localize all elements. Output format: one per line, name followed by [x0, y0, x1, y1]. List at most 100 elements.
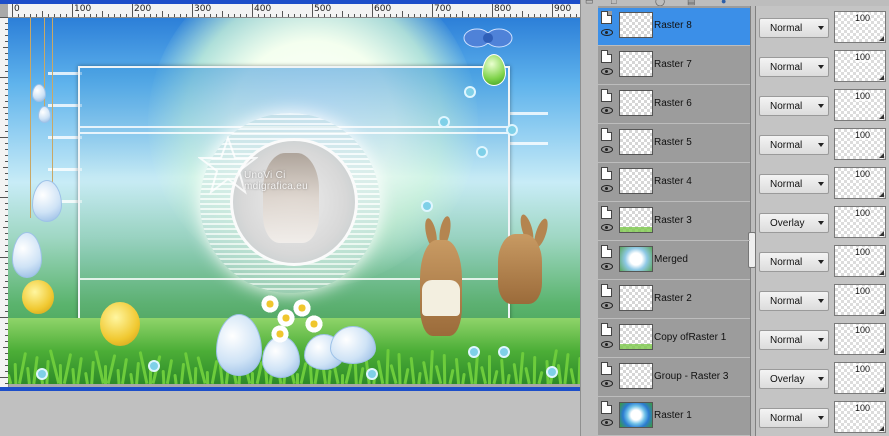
layer-thumbnail[interactable] [619, 90, 653, 116]
layer-thumbnail[interactable] [619, 285, 653, 311]
opacity-slider-handle[interactable] [879, 36, 884, 41]
opacity-field[interactable]: 100 [834, 11, 886, 43]
opacity-value: 100 [855, 403, 871, 413]
opacity-field[interactable]: 100 [834, 401, 886, 433]
ruler-tick [522, 11, 523, 17]
layer-name[interactable]: Raster 6 [654, 98, 692, 109]
layer-thumbnail[interactable] [619, 402, 653, 428]
eye-visibility-icon[interactable] [601, 185, 613, 192]
ruler-tick [0, 17, 8, 18]
opacity-slider-handle[interactable] [879, 270, 884, 275]
blend-mode-dropdown[interactable]: Normal [759, 57, 829, 77]
eye-visibility-icon[interactable] [601, 68, 613, 75]
chick-figure [22, 280, 54, 314]
layer-row[interactable]: Raster 4 [598, 164, 750, 202]
layer-thumbnail[interactable] [619, 51, 653, 77]
ruler-tick [144, 14, 145, 17]
layer-name[interactable]: Raster 5 [654, 137, 692, 148]
opacity-field[interactable]: 100 [834, 362, 886, 394]
opacity-slider-handle[interactable] [879, 75, 884, 80]
layer-row[interactable]: Raster 6 [598, 86, 750, 124]
blend-mode-dropdown[interactable]: Normal [759, 96, 829, 116]
blend-mode-dropdown[interactable]: Overlay [759, 213, 829, 233]
layer-name[interactable]: Copy ofRaster 1 [654, 332, 726, 343]
opacity-field[interactable]: 100 [834, 167, 886, 199]
opacity-slider-handle[interactable] [879, 114, 884, 119]
layer-thumbnail[interactable] [619, 168, 653, 194]
layer-thumbnail[interactable] [619, 12, 653, 38]
layer-row[interactable]: Raster 2 [598, 281, 750, 319]
layer-row[interactable]: Raster 8 [598, 8, 750, 46]
blend-mode-dropdown[interactable]: Normal [759, 135, 829, 155]
layer-row[interactable]: Copy ofRaster 1 [598, 320, 750, 358]
canvas-image[interactable]: UnoVi Ci mdigrafica.eu [8, 18, 580, 384]
eye-visibility-icon[interactable] [601, 380, 613, 387]
grass-blade [409, 356, 416, 384]
opacity-field[interactable]: 100 [834, 128, 886, 160]
blend-mode-dropdown[interactable]: Normal [759, 408, 829, 428]
layer-thumbnail[interactable] [619, 129, 653, 155]
opacity-value: 100 [855, 208, 871, 218]
ruler-tick [222, 11, 223, 17]
opacity-field[interactable]: 100 [834, 206, 886, 238]
ruler-tick [480, 14, 481, 17]
layer-name[interactable]: Raster 2 [654, 293, 692, 304]
layer-row[interactable]: Merged [598, 242, 750, 280]
opacity-slider-handle[interactable] [879, 153, 884, 158]
green-easter-egg [482, 54, 506, 86]
eye-visibility-icon[interactable] [601, 29, 613, 36]
blend-mode-dropdown[interactable]: Normal [759, 330, 829, 350]
opacity-slider-handle[interactable] [879, 387, 884, 392]
blend-mode-dropdown[interactable]: Normal [759, 291, 829, 311]
opacity-slider-handle[interactable] [879, 426, 884, 431]
grass-blade [193, 366, 197, 384]
layer-properties-row: Normal 100 [756, 86, 889, 124]
ruler-tick [390, 14, 391, 17]
opacity-field[interactable]: 100 [834, 50, 886, 82]
ruler-tick [552, 4, 553, 17]
opacity-slider-handle[interactable] [879, 348, 884, 353]
layer-row[interactable]: Group - Raster 3 [598, 359, 750, 397]
eye-visibility-icon[interactable] [601, 107, 613, 114]
canvas-area[interactable]: 0 100 200 300 400 500 600 700 800 900 UnoVi Ci md… [0, 0, 580, 436]
eye-visibility-icon[interactable] [601, 224, 613, 231]
ruler-tick [318, 14, 319, 17]
ruler-tick [468, 14, 469, 17]
eye-visibility-icon[interactable] [601, 419, 613, 426]
blend-mode-dropdown[interactable]: Normal [759, 252, 829, 272]
layer-row[interactable]: Raster 3 [598, 203, 750, 241]
layer-row[interactable]: Raster 1 [598, 398, 750, 436]
layer-name[interactable]: Raster 7 [654, 59, 692, 70]
grass-blade [384, 348, 390, 384]
layer-thumbnail[interactable] [619, 363, 653, 389]
opacity-slider-handle[interactable] [879, 309, 884, 314]
layer-thumbnail[interactable] [619, 246, 653, 272]
opacity-slider-handle[interactable] [879, 231, 884, 236]
layer-name[interactable]: Merged [654, 254, 688, 265]
opacity-slider-handle[interactable] [879, 192, 884, 197]
opacity-field[interactable]: 100 [834, 245, 886, 277]
layer-name[interactable]: Raster 4 [654, 176, 692, 187]
eye-visibility-icon[interactable] [601, 263, 613, 270]
layer-name[interactable]: Group - Raster 3 [654, 371, 728, 382]
grass-blade [389, 363, 398, 384]
opacity-field[interactable]: 100 [834, 89, 886, 121]
layer-name[interactable]: Raster 1 [654, 410, 692, 421]
chevron-down-icon [818, 182, 824, 186]
blend-mode-dropdown[interactable]: Normal [759, 18, 829, 38]
layer-thumbnail[interactable] [619, 207, 653, 233]
blend-mode-dropdown[interactable]: Overlay [759, 369, 829, 389]
layer-name[interactable]: Raster 8 [654, 20, 692, 31]
ruler-label: 800 [494, 4, 512, 14]
eye-visibility-icon[interactable] [601, 341, 613, 348]
layer-name[interactable]: Raster 3 [654, 215, 692, 226]
layer-row[interactable]: Raster 7 [598, 47, 750, 85]
opacity-field[interactable]: 100 [834, 323, 886, 355]
eye-visibility-icon[interactable] [601, 302, 613, 309]
blend-mode-dropdown[interactable]: Normal [759, 174, 829, 194]
eye-visibility-icon[interactable] [601, 146, 613, 153]
grass-blade [422, 360, 429, 384]
opacity-field[interactable]: 100 [834, 284, 886, 316]
layer-row[interactable]: Raster 5 [598, 125, 750, 163]
layer-thumbnail[interactable] [619, 324, 653, 350]
